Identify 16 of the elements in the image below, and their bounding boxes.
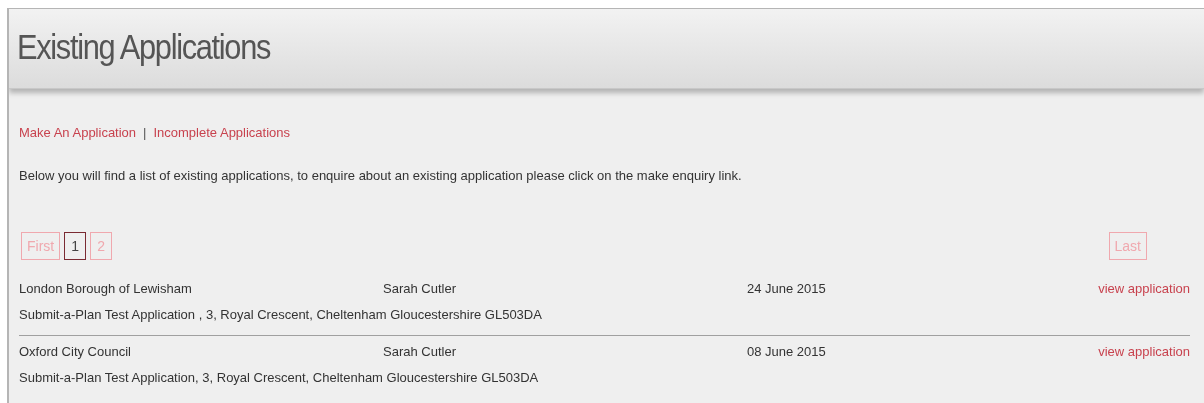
page-title: Existing Applications xyxy=(17,26,271,69)
council-name: London Borough of Lewisham xyxy=(19,281,192,297)
application-address: Submit-a-Plan Test Application , 3, Royal Crescent, Cheltenham Gloucestershire GL503DA xyxy=(19,307,542,322)
nav-link[interactable]: Make An Application xyxy=(19,123,137,143)
application-date: 08 June 2015 xyxy=(747,343,826,359)
council-name: Oxford City Council xyxy=(19,343,131,359)
page-button[interactable]: 1 xyxy=(64,232,87,260)
application-date: 24 June 2015 xyxy=(747,281,826,297)
view-application-link[interactable]: view application xyxy=(1098,279,1190,299)
applicant-name: Sarah Cutler xyxy=(383,343,456,359)
application-address: Submit-a-Plan Test Application, 3, Royal Crescent, Cheltenham Gloucestershire GL503DA xyxy=(19,369,539,385)
applicant-name: Sarah Cutler xyxy=(383,281,456,297)
view-application-link[interactable]: view application xyxy=(1098,341,1190,362)
link-separator: | xyxy=(143,124,147,142)
nav-link[interactable]: Incomplete Applications xyxy=(153,123,291,143)
intro-text: Below you will find a list of existing applications, to enquire about an existing application please click on the make enquiry link. xyxy=(19,166,743,185)
